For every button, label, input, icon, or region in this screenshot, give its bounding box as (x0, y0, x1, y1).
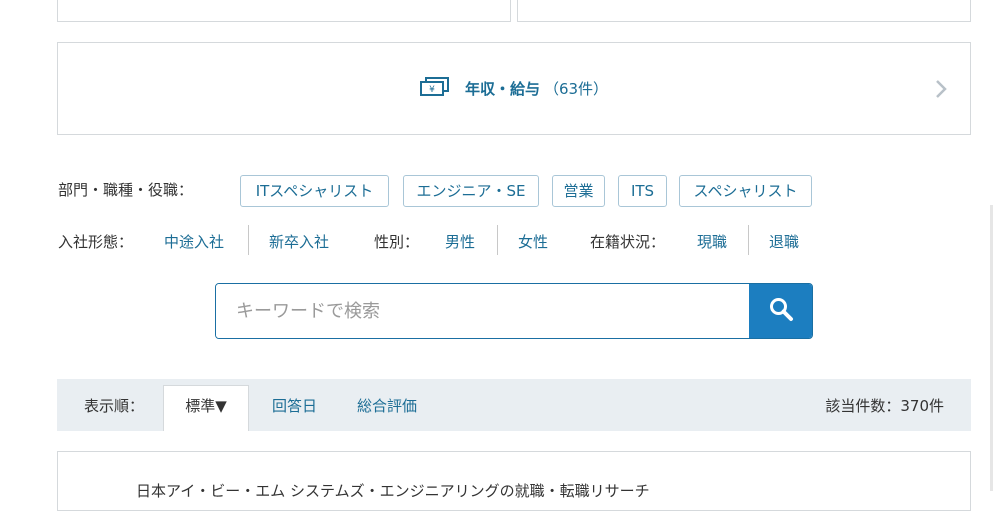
search-button[interactable] (749, 284, 812, 338)
filter-female[interactable]: 女性 (518, 231, 548, 252)
filter-former[interactable]: 退職 (769, 231, 799, 252)
divider (248, 225, 249, 255)
top-left-card[interactable] (57, 0, 511, 22)
tag-specialist[interactable]: スペシャリスト (679, 175, 812, 207)
money-icon: ¥ (419, 76, 450, 101)
svg-text:¥: ¥ (429, 85, 435, 95)
salary-card[interactable]: ¥ 年収・給与 （63件） (57, 42, 971, 135)
divider (497, 225, 498, 255)
sort-label: 表示順： (84, 397, 145, 415)
divider (748, 225, 749, 255)
tag-it-specialist[interactable]: ITスペシャリスト (240, 175, 389, 207)
gender-label: 性別： (374, 233, 420, 251)
tag-engineer-se[interactable]: エンジニア・SE (403, 175, 539, 207)
tag-sales[interactable]: 営業 (552, 175, 605, 207)
result-card[interactable]: 日本アイ・ビー・エム システムズ・エンジニアリングの就職・転職リサーチ (57, 451, 971, 511)
sort-by-overall-rating[interactable]: 総合評価 (357, 395, 417, 416)
salary-title: 年収・給与 (464, 80, 540, 98)
search-box (215, 283, 813, 339)
top-right-card[interactable] (517, 0, 971, 22)
status-label: 在籍状況： (590, 233, 666, 251)
filter-mid-career[interactable]: 中途入社 (164, 231, 224, 252)
sort-bar: 表示順： 標準▼ 回答日 総合評価 該当件数：370件 (57, 379, 971, 431)
filter-current[interactable]: 現職 (697, 231, 727, 252)
filter-new-graduate[interactable]: 新卒入社 (269, 231, 329, 252)
search-icon (768, 296, 794, 326)
filter-male[interactable]: 男性 (445, 231, 475, 252)
salary-count: （63件） (543, 80, 609, 98)
department-filter-label: 部門・職種・役職： (58, 181, 194, 199)
search-input[interactable] (216, 284, 748, 338)
sort-by-answer-date[interactable]: 回答日 (272, 395, 317, 416)
join-type-label: 入社形態： (58, 233, 134, 251)
result-count: 該当件数：370件 (825, 397, 944, 415)
chevron-right-icon (934, 79, 948, 103)
tag-its[interactable]: ITS (618, 175, 667, 207)
sort-standard-tab[interactable]: 標準▼ (163, 385, 249, 431)
